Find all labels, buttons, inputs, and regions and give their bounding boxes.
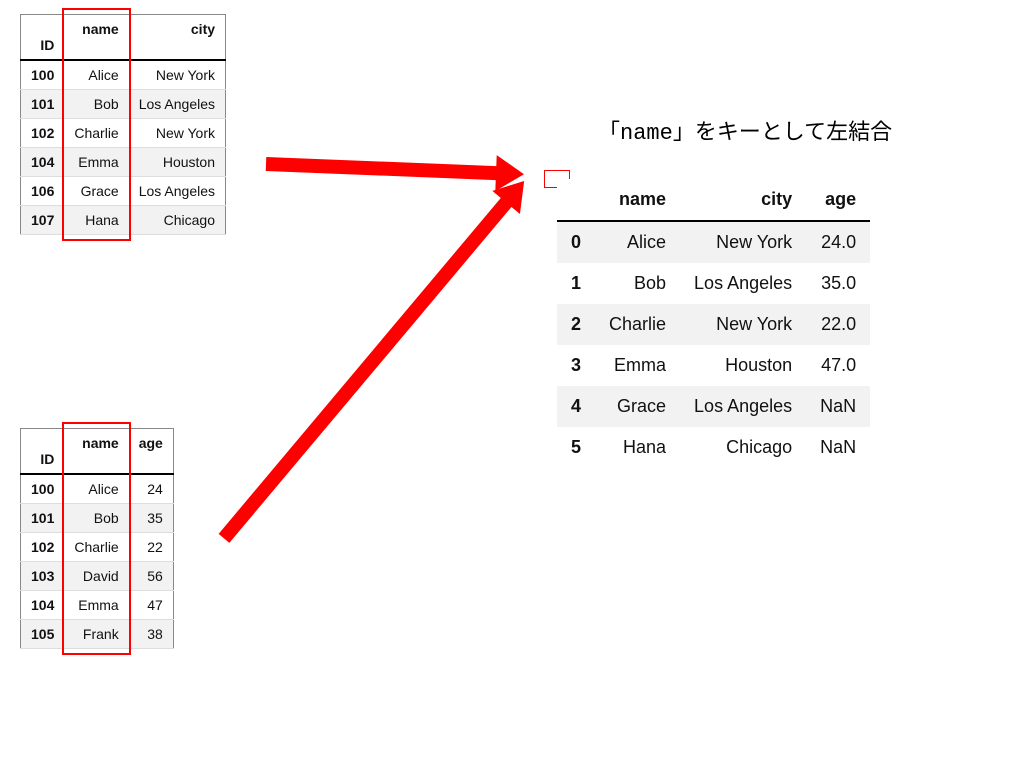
table-row: 104Emma47 [21,591,174,620]
cell-city: Los Angeles [680,386,806,427]
cell-index: 0 [557,221,595,263]
cell-index: 3 [557,345,595,386]
cell-name: Alice [64,60,128,90]
cell-age: NaN [806,386,870,427]
col-header-id: ID [21,15,65,61]
cell-age: 56 [129,562,174,591]
arrow-bottom [204,161,544,558]
cell-id: 107 [21,206,65,235]
col-header-name: name [64,15,128,61]
cell-index: 2 [557,304,595,345]
cell-index: 5 [557,427,595,468]
cell-name: Charlie [64,119,128,148]
cell-name: Bob [64,504,128,533]
cell-name: Emma [64,148,128,177]
table-row: 106GraceLos Angeles [21,177,226,206]
table-row: 102Charlie22 [21,533,174,562]
table-row: 4GraceLos AngelesNaN [557,386,870,427]
table-row: 101BobLos Angeles [21,90,226,119]
cell-age: 47 [129,591,174,620]
table-row: 102CharlieNew York [21,119,226,148]
cell-id: 104 [21,148,65,177]
cell-city: New York [129,60,226,90]
cell-name: David [64,562,128,591]
col-header-age: age [129,429,174,475]
col-header-age: age [806,179,870,221]
col-header-id: ID [21,429,65,475]
cell-id: 101 [21,90,65,119]
table-row: 1BobLos Angeles35.0 [557,263,870,304]
cell-city: Los Angeles [129,90,226,119]
col-header-city: city [680,179,806,221]
cell-age: 38 [129,620,174,649]
cell-name: Charlie [64,533,128,562]
cell-name: Bob [595,263,680,304]
cell-name: Hana [64,206,128,235]
cell-id: 100 [21,60,65,90]
cell-age: 47.0 [806,345,870,386]
cell-name: Frank [64,620,128,649]
table-row: 100Alice24 [21,474,174,504]
col-header-city: city [129,15,226,61]
col-header-index [557,179,595,221]
cell-id: 102 [21,533,65,562]
cell-name: Emma [64,591,128,620]
cell-id: 106 [21,177,65,206]
result-table: name city age 0AliceNew York24.01BobLos … [557,179,870,468]
table-row: 3EmmaHouston47.0 [557,345,870,386]
cell-name: Charlie [595,304,680,345]
table-row: 0AliceNew York24.0 [557,221,870,263]
cell-id: 101 [21,504,65,533]
cell-city: New York [680,304,806,345]
cell-city: Houston [680,345,806,386]
table-row: 105Frank38 [21,620,174,649]
cell-age: 35 [129,504,174,533]
cell-age: 24.0 [806,221,870,263]
cell-age: NaN [806,427,870,468]
input-table-2: ID name age 100Alice24101Bob35102Charlie… [20,428,174,649]
cell-id: 100 [21,474,65,504]
cell-name: Emma [595,345,680,386]
table-row: 5HanaChicagoNaN [557,427,870,468]
cell-id: 105 [21,620,65,649]
table-row: 100AliceNew York [21,60,226,90]
cell-age: 24 [129,474,174,504]
cell-age: 22.0 [806,304,870,345]
cell-index: 1 [557,263,595,304]
table-row: 104EmmaHouston [21,148,226,177]
col-header-name: name [64,429,128,475]
join-caption: 「name」をキーとして左結合 [598,114,892,146]
cell-name: Bob [64,90,128,119]
cell-name: Grace [64,177,128,206]
input-table-1: ID name city 100AliceNew York101BobLos A… [20,14,226,235]
cell-age: 22 [129,533,174,562]
col-header-name: name [595,179,680,221]
cell-city: Chicago [680,427,806,468]
cell-name: Alice [595,221,680,263]
cell-id: 104 [21,591,65,620]
cell-city: Los Angeles [680,263,806,304]
cell-city: New York [129,119,226,148]
cell-index: 4 [557,386,595,427]
cell-name: Grace [595,386,680,427]
cell-age: 35.0 [806,263,870,304]
cell-id: 103 [21,562,65,591]
table-row: 107HanaChicago [21,206,226,235]
cell-id: 102 [21,119,65,148]
cell-city: New York [680,221,806,263]
cell-name: Alice [64,474,128,504]
cell-name: Hana [595,427,680,468]
table-row: 2CharlieNew York22.0 [557,304,870,345]
result-container: name city age 0AliceNew York24.01BobLos … [544,170,570,188]
table-row: 101Bob35 [21,504,174,533]
table-row: 103David56 [21,562,174,591]
